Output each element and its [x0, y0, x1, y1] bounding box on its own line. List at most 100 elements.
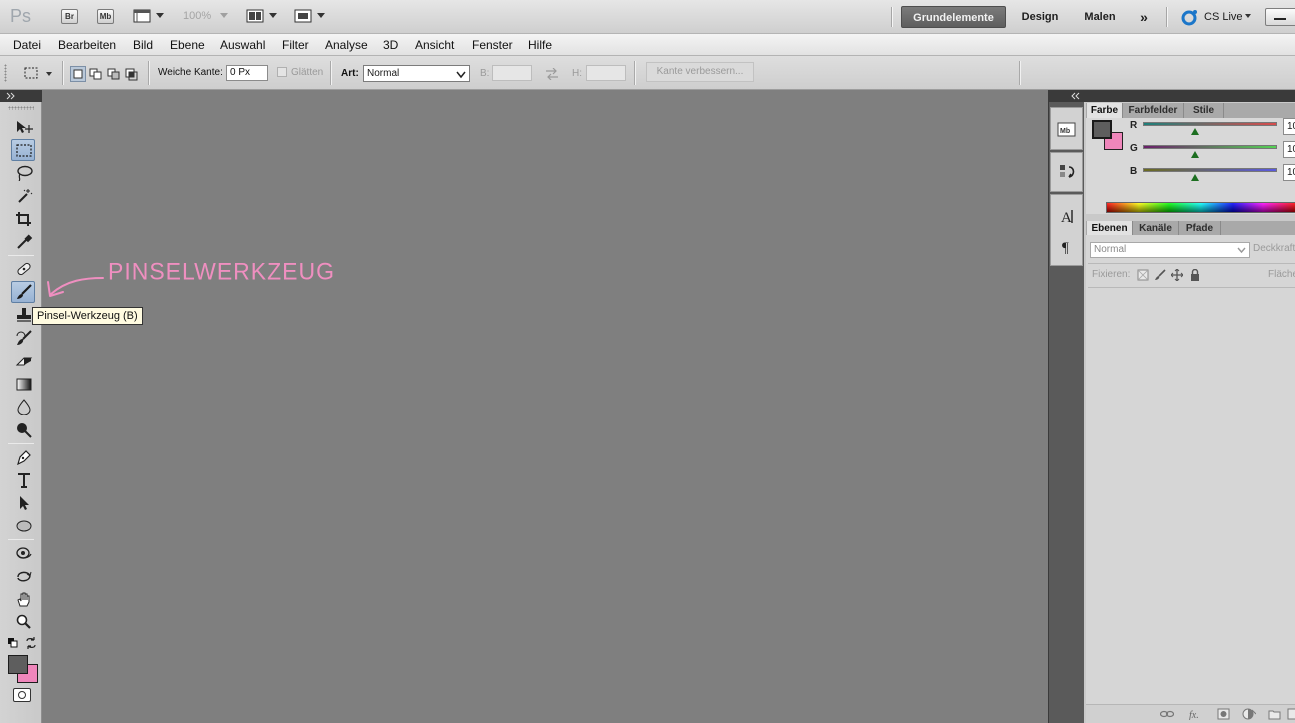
menu-auswahl[interactable]: Auswahl: [220, 38, 265, 52]
type-tool[interactable]: [11, 469, 35, 491]
arrange-dropdown-icon[interactable]: [269, 13, 277, 18]
history-panel-button[interactable]: [1056, 163, 1078, 183]
pen-tool[interactable]: [11, 446, 35, 468]
history-brush-tool[interactable]: [11, 327, 35, 349]
workspace-malen[interactable]: Malen: [1074, 6, 1126, 28]
rectangular-marquee-tool[interactable]: [11, 139, 35, 161]
view-extras-icon[interactable]: [133, 8, 151, 24]
tool-preset-dropdown-icon[interactable]: [46, 72, 52, 76]
tool-preset-picker[interactable]: [22, 65, 40, 81]
path-selection-tool[interactable]: [11, 492, 35, 514]
shape-tool[interactable]: [11, 515, 35, 537]
g-slider[interactable]: [1143, 145, 1277, 149]
more-workspaces-button[interactable]: »: [1131, 6, 1157, 28]
menu-ansicht[interactable]: Ansicht: [415, 38, 454, 52]
menu-datei[interactable]: Datei: [13, 38, 41, 52]
menu-filter[interactable]: Filter: [282, 38, 309, 52]
menu-fenster[interactable]: Fenster: [472, 38, 513, 52]
swap-dimensions-icon[interactable]: [545, 68, 559, 80]
character-panel-button[interactable]: A: [1056, 207, 1078, 227]
b-slider[interactable]: [1143, 168, 1277, 172]
new-group-icon[interactable]: [1268, 708, 1282, 720]
r-slider-thumb[interactable]: [1191, 128, 1199, 135]
minibridge-panel-button[interactable]: Mb: [1056, 120, 1078, 140]
gradient-tool[interactable]: [11, 373, 35, 395]
panels-header[interactable]: [1084, 90, 1295, 102]
b-slider-thumb[interactable]: [1191, 174, 1199, 181]
panel-foreground-color[interactable]: [1092, 120, 1112, 139]
lock-all-icon[interactable]: [1189, 269, 1201, 281]
subtract-selection-button[interactable]: [106, 66, 122, 82]
refine-edge-button[interactable]: Kante verbessern...: [646, 62, 754, 82]
eyedropper-tool[interactable]: [11, 231, 35, 253]
new-selection-button[interactable]: [70, 66, 86, 82]
minibridge-button[interactable]: Mb: [97, 9, 114, 24]
bridge-button[interactable]: Br: [61, 9, 78, 24]
color-spectrum-bar[interactable]: [1106, 202, 1295, 213]
screen-mode-dropdown-icon[interactable]: [317, 13, 325, 18]
zoom-level[interactable]: 100%: [183, 10, 211, 22]
screen-mode-icon[interactable]: [294, 8, 312, 24]
lasso-tool[interactable]: [11, 162, 35, 184]
blend-mode-value: Normal: [1094, 244, 1127, 255]
default-colors-icon[interactable]: [8, 638, 18, 648]
antialias-checkbox[interactable]: [277, 67, 287, 77]
tab-stile[interactable]: Stile: [1184, 103, 1224, 119]
menu-3d[interactable]: 3D: [383, 38, 398, 52]
tab-farbfelder[interactable]: Farbfelder: [1123, 103, 1184, 119]
menu-bearbeiten[interactable]: Bearbeiten: [58, 38, 116, 52]
quick-selection-tool[interactable]: [11, 185, 35, 207]
workspace-grundelemente[interactable]: Grundelemente: [901, 6, 1006, 28]
hand-tool[interactable]: [11, 588, 35, 610]
workspace-design[interactable]: Design: [1011, 6, 1069, 28]
menu-hilfe[interactable]: Hilfe: [528, 38, 552, 52]
blend-mode-select[interactable]: Normal: [1090, 242, 1250, 258]
zoom-dropdown-icon[interactable]: [220, 13, 228, 18]
toolbox-grip[interactable]: [8, 106, 34, 110]
height-input[interactable]: [586, 65, 626, 81]
link-layers-icon[interactable]: [1160, 708, 1174, 720]
menu-bild[interactable]: Bild: [133, 38, 153, 52]
dodge-tool[interactable]: [11, 419, 35, 441]
g-value-input[interactable]: 10: [1283, 141, 1295, 158]
style-select[interactable]: Normal: [363, 65, 470, 82]
new-layer-icon[interactable]: [1286, 708, 1295, 720]
document-canvas-area[interactable]: [42, 90, 1048, 723]
blur-tool[interactable]: [11, 396, 35, 418]
width-input[interactable]: [492, 65, 532, 81]
tab-farbe[interactable]: Farbe: [1087, 103, 1123, 119]
3d-rotate-tool[interactable]: [11, 542, 35, 564]
intersect-selection-button[interactable]: [124, 66, 140, 82]
lock-pixels-icon[interactable]: [1154, 269, 1166, 281]
annotation-arrow-icon: [47, 277, 104, 297]
menu-analyse[interactable]: Analyse: [325, 38, 368, 52]
paragraph-panel-button[interactable]: ¶: [1056, 237, 1078, 257]
3d-orbit-tool[interactable]: [11, 565, 35, 587]
view-extras-dropdown-icon[interactable]: [156, 13, 164, 18]
b-value-input[interactable]: 10: [1283, 164, 1295, 181]
healing-brush-tool[interactable]: [11, 258, 35, 280]
add-mask-icon[interactable]: [1217, 708, 1231, 720]
foreground-color-swatch[interactable]: [8, 655, 28, 674]
r-value-input[interactable]: 10: [1283, 118, 1295, 135]
toolbox-header[interactable]: [0, 90, 42, 102]
crop-tool[interactable]: [11, 208, 35, 230]
g-slider-thumb[interactable]: [1191, 151, 1199, 158]
move-tool[interactable]: [11, 116, 35, 138]
add-selection-button[interactable]: [88, 66, 104, 82]
lock-position-icon[interactable]: [1171, 269, 1183, 281]
menu-ebene[interactable]: Ebene: [170, 38, 205, 52]
swap-colors-icon[interactable]: [25, 637, 37, 649]
eraser-tool[interactable]: [11, 350, 35, 372]
dock-header[interactable]: [1049, 90, 1085, 102]
quick-mask-button[interactable]: [13, 688, 31, 702]
brush-tool[interactable]: [11, 281, 35, 303]
zoom-tool[interactable]: [11, 611, 35, 633]
arrange-documents-icon[interactable]: [246, 8, 264, 24]
layer-style-fx-icon[interactable]: fx.: [1189, 708, 1203, 720]
adjustment-layer-icon[interactable]: [1242, 708, 1256, 720]
minimize-button[interactable]: [1265, 8, 1295, 26]
r-slider[interactable]: [1143, 122, 1277, 126]
lock-transparency-icon[interactable]: [1137, 269, 1149, 281]
feather-input[interactable]: 0 Px: [226, 65, 268, 81]
